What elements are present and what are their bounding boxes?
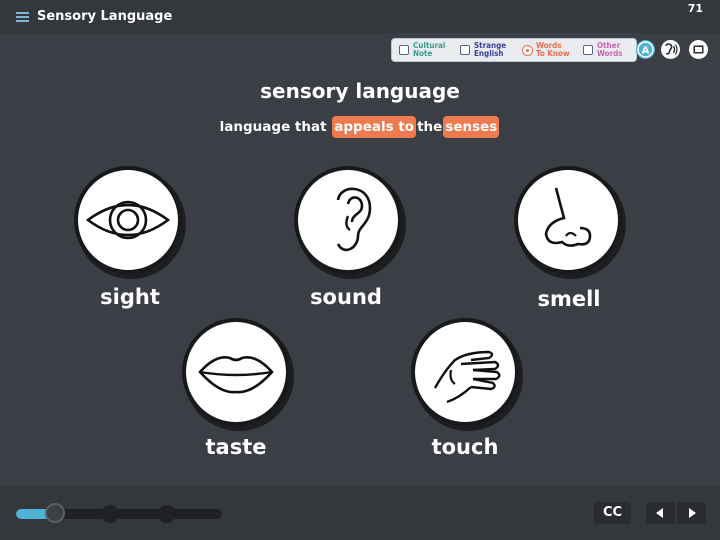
filter-cultural-note[interactable]: Cultural Note <box>399 42 459 59</box>
nose-icon <box>544 187 592 247</box>
menu-icon[interactable] <box>16 12 29 22</box>
progress-marker[interactable] <box>101 505 119 523</box>
filter-words-to-know[interactable]: Words To Know <box>522 42 580 59</box>
checkbox-icon <box>460 45 470 55</box>
sense-label-sound: sound <box>310 285 382 309</box>
checkbox-icon <box>583 45 593 55</box>
svg-text:A: A <box>642 45 650 56</box>
next-icon <box>689 508 696 518</box>
radio-selected-icon <box>522 45 533 56</box>
sight-circle[interactable] <box>78 170 178 270</box>
audio-icon[interactable] <box>661 40 680 59</box>
filter-label-line2: English <box>474 49 504 58</box>
previous-button[interactable] <box>646 502 675 524</box>
page-number: 71 <box>687 2 703 15</box>
next-button[interactable] <box>677 502 706 524</box>
fullscreen-icon[interactable] <box>689 40 708 59</box>
filter-label-line2: To Know <box>536 49 570 58</box>
word-to-know-appeals-to[interactable]: appeals to <box>332 116 417 138</box>
definition-middle: the <box>417 119 443 135</box>
app-title: Sensory Language <box>37 9 173 24</box>
filter-label-line2: Words <box>597 49 623 58</box>
progress-marker[interactable] <box>158 505 176 523</box>
annotation-filter-panel: Cultural Note Strange English Words To K… <box>391 38 637 62</box>
smell-circle[interactable] <box>518 170 618 270</box>
touch-circle[interactable] <box>415 322 515 422</box>
definition-text: language that appeals to the senses <box>0 116 720 138</box>
filter-other-words[interactable]: Other Words <box>583 42 633 59</box>
progress-handle[interactable] <box>45 503 66 523</box>
closed-captions-button[interactable]: CC <box>594 502 631 524</box>
sense-label-smell: smell <box>537 287 601 311</box>
word-to-know-senses[interactable]: senses <box>443 116 500 138</box>
filter-strange-english[interactable]: Strange English <box>460 42 518 59</box>
sense-label-touch: touch <box>431 435 499 459</box>
accessibility-icon[interactable]: A <box>636 40 655 59</box>
sense-label-sight: sight <box>100 285 160 309</box>
eye-icon <box>85 200 171 240</box>
sound-circle[interactable] <box>298 170 398 270</box>
previous-icon <box>656 508 663 518</box>
definition-before: language that <box>219 119 327 135</box>
sense-label-taste: taste <box>205 435 267 459</box>
lesson-title: sensory language <box>260 79 460 103</box>
taste-circle[interactable] <box>186 322 286 422</box>
checkbox-icon <box>399 45 409 55</box>
hand-icon <box>433 350 501 404</box>
filter-label-line2: Note <box>413 49 433 58</box>
lips-icon <box>198 356 274 394</box>
ear-icon <box>336 187 372 252</box>
